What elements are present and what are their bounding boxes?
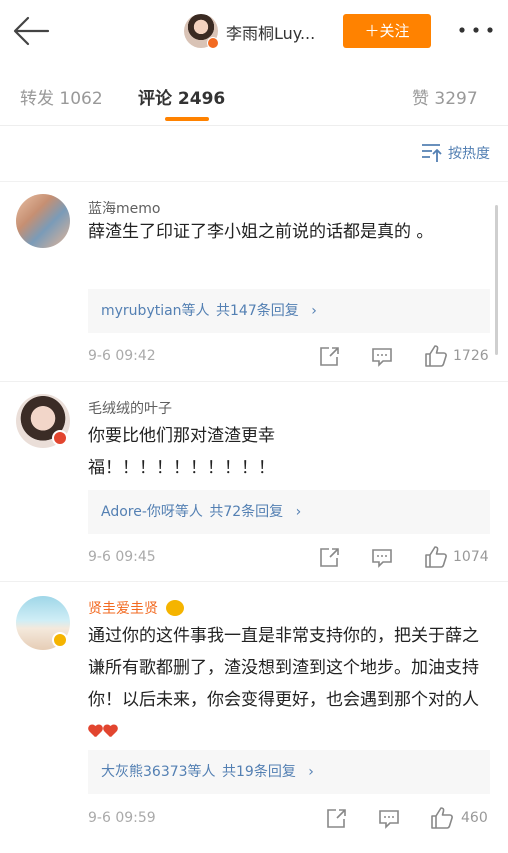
replies-preview[interactable]: Adore-你呀等人 共72条回复 › [88, 490, 490, 534]
commenter-name[interactable]: 蓝海memo [88, 198, 160, 218]
commenter-name-text: 贤圭爱圭贤 [88, 601, 158, 617]
tab-bar: 转发 1062 评论 2496 赞 3297 [0, 62, 508, 126]
like-count: 460 [461, 810, 488, 826]
red-heart-icon [103, 725, 118, 739]
chevron-right-icon: › [311, 303, 317, 319]
commenter-avatar[interactable] [16, 194, 70, 248]
like-thumb-icon[interactable] [430, 806, 454, 834]
comment-time: 9-6 09:59 [88, 810, 156, 826]
back-arrow-icon[interactable] [12, 14, 52, 48]
replies-preview[interactable]: 大灰熊36373等人 共19条回复 › [88, 750, 490, 794]
commenter-name[interactable]: 贤圭爱圭贤 [88, 598, 185, 618]
like-count: 1726 [453, 348, 489, 364]
active-tab-indicator [165, 117, 209, 121]
tab-repost[interactable]: 转发 1062 [20, 84, 103, 109]
sort-by-hot-button[interactable]: 按热度 [420, 142, 490, 164]
chevron-right-icon: › [295, 504, 302, 520]
reply-users: myrubytian等人 [101, 303, 210, 319]
like-count: 1074 [453, 549, 489, 565]
tab-likes[interactable]: 赞 3297 [412, 84, 478, 109]
repost-icon[interactable] [318, 346, 340, 372]
replies-preview[interactable]: myrubytian等人 共147条回复 › [88, 289, 490, 333]
repost-icon[interactable] [325, 808, 347, 834]
comment-text-body: 通过你的这件事我一直是非常支持你的，把关于薛之谦所有歌都删了，渣没想到渣到这个地… [88, 626, 479, 710]
sort-icon [422, 144, 442, 162]
comment-text: 你要比他们那对渣渣更幸福！！！！！！！！！！ [88, 426, 275, 478]
red-heart-icon [88, 725, 103, 739]
reply-count: 共19条回复 [222, 764, 296, 780]
comment-item: 蓝海memo 薛渣生了印证了李小姐之前说的话都是真的 。 myrubytian等… [0, 182, 508, 382]
chevron-right-icon: › [308, 764, 314, 780]
tab-comments[interactable]: 评论 2496 [138, 84, 225, 109]
comment-icon[interactable] [371, 548, 393, 572]
comment-text: 通过你的这件事我一直是非常支持你的，把关于薛之谦所有歌都删了，渣没想到渣到这个地… [88, 620, 488, 748]
author-name[interactable]: 李雨桐Luy... [226, 20, 315, 44]
repost-icon[interactable] [318, 547, 340, 573]
like-thumb-icon[interactable] [424, 545, 448, 573]
verified-badge-icon [52, 632, 68, 648]
top-bar: 李雨桐Luy... ＋关注 [0, 0, 508, 62]
comment-item: 贤圭爱圭贤 通过你的这件事我一直是非常支持你的，把关于薛之谦所有歌都删了，渣没想… [0, 582, 508, 853]
comment-time: 9-6 09:45 [88, 549, 156, 565]
reply-users: Adore-你呀等人 [101, 504, 203, 520]
reply-count: 共72条回复 [209, 504, 284, 520]
reply-count: 共147条回复 [216, 303, 299, 319]
like-thumb-icon[interactable] [424, 344, 448, 372]
comment-time: 9-6 09:42 [88, 348, 156, 364]
comment-icon[interactable] [371, 347, 393, 371]
more-options-icon[interactable] [456, 20, 496, 40]
comment-icon[interactable] [378, 809, 400, 833]
sort-bar: 按热度 [0, 126, 508, 182]
verified-badge-icon [207, 37, 219, 49]
scrollbar[interactable] [495, 205, 498, 355]
commenter-name[interactable]: 毛绒绒的叶子 [88, 398, 172, 418]
sort-label: 按热度 [448, 146, 490, 162]
reply-users: 大灰熊36373等人 [101, 764, 216, 780]
comment-text: 薛渣生了印证了李小姐之前说的话都是真的 。 [88, 222, 434, 242]
verified-badge-icon [52, 430, 68, 446]
comment-item: 毛绒绒的叶子 你要比他们那对渣渣更幸福！！！！！！！！！！ Adore-你呀等人… [0, 382, 508, 582]
vip-crown-icon [166, 600, 185, 616]
follow-button[interactable]: ＋关注 [343, 14, 431, 48]
